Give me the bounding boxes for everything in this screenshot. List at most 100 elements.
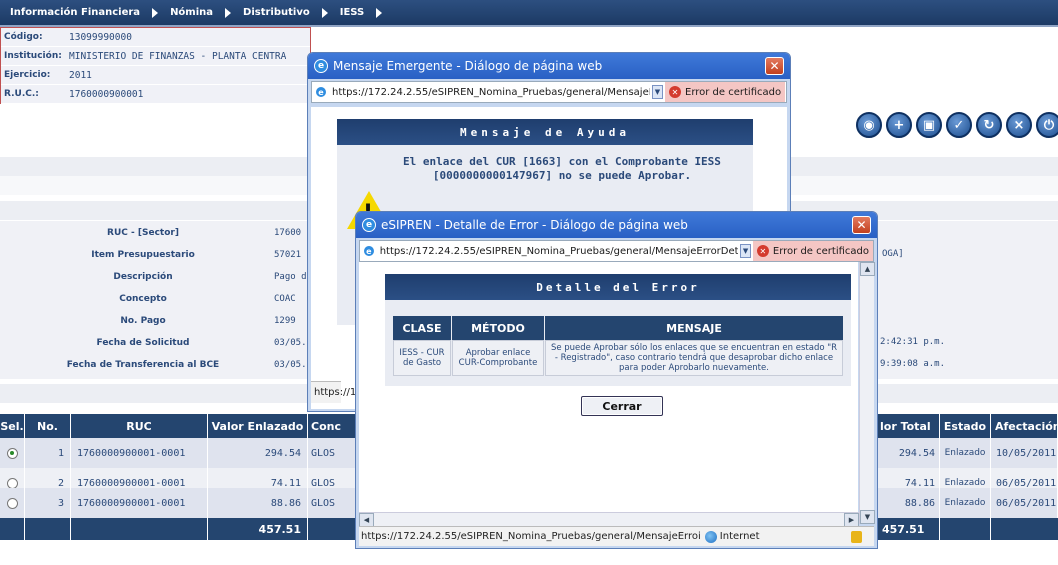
error-detail-dialog: e eSIPREN - Detalle de Error - Diálogo d…: [355, 211, 878, 549]
close-icon[interactable]: ✕: [765, 57, 784, 75]
nav-item-informacion-financiera[interactable]: Información Financiera: [10, 7, 170, 18]
chevron-down-icon[interactable]: ▼: [652, 85, 663, 99]
horizontal-scrollbar[interactable]: ◀ ▶: [359, 512, 859, 527]
top-nav: Información Financiera Nómina Distributi…: [0, 0, 1058, 27]
row-estado: Enlazado: [940, 488, 991, 518]
detail-label: Item Presupuestario: [91, 249, 195, 260]
cell-mensaje: Se puede Aprobar sólo los enlaces que se…: [545, 340, 843, 376]
detail-value: Pago d: [274, 271, 307, 282]
scroll-down-icon[interactable]: ▼: [860, 510, 875, 524]
info-row: Ejercicio: 2011: [1, 66, 310, 85]
help-header: Mensaje de Ayuda: [337, 119, 753, 145]
cell-metodo: Aprobar enlace CUR-Comprobante: [452, 340, 544, 376]
new-icon[interactable]: +: [886, 112, 912, 138]
row-concepto: GLOS: [308, 488, 358, 518]
chevron-down-icon[interactable]: ▼: [740, 244, 751, 258]
info-row: Institución: MINISTERIO DE FINANZAS - PLA…: [1, 47, 310, 66]
lock-icon: [851, 530, 862, 543]
info-row: R.U.C.: 1760000900001: [1, 85, 310, 104]
help-message: El enlace del CUR [1663] con el Comproba…: [403, 155, 721, 182]
nav-arrow-icon: [225, 7, 232, 18]
exit-icon[interactable]: ⏻: [1036, 112, 1058, 138]
cell-clase: IESS - CUR de Gasto: [393, 340, 451, 376]
row-no: 3: [25, 488, 71, 518]
nav-item-iess[interactable]: IESS: [340, 7, 395, 18]
nav-item-nomina[interactable]: Nómina: [170, 7, 243, 18]
status-bar: https://1: [311, 381, 356, 403]
detail-value-right: OGA]: [882, 249, 904, 259]
nav-arrow-icon: [152, 7, 159, 18]
cert-error-icon: ✕: [669, 86, 681, 98]
col-total: lor Total: [878, 414, 940, 438]
detail-value: 03/05.: [274, 359, 307, 370]
info-label: R.U.C.:: [4, 89, 39, 99]
dialog-titlebar[interactable]: e eSIPREN - Detalle de Error - Diálogo d…: [356, 212, 877, 238]
detail-value: 03/05.: [274, 337, 307, 348]
detail-label: RUC - [Sector]: [107, 227, 179, 238]
row-valor: 294.54: [208, 438, 308, 468]
cert-error-badge[interactable]: ✕ Error de certificado: [665, 82, 786, 102]
col-metodo: MÉTODO: [452, 316, 544, 340]
status-bar: https://172.24.2.55/eSIPREN_Nomina_Prueb…: [359, 526, 874, 546]
cert-error-badge[interactable]: ✕ Error de certificado: [752, 241, 873, 261]
row-afectacion: 10/05/2011: [991, 438, 1058, 468]
info-label: Institución:: [4, 51, 62, 61]
close-icon[interactable]: ✕: [852, 216, 871, 234]
detail-label: Concepto: [119, 293, 167, 304]
nav-arrow-icon: [321, 7, 328, 18]
row-radio[interactable]: [6, 477, 18, 489]
detail-label: Fecha de Transferencia al BCE: [66, 359, 220, 370]
vertical-scrollbar[interactable]: ▲ ▼: [859, 262, 875, 524]
col-clase: CLASE: [393, 316, 451, 340]
scroll-left-icon[interactable]: ◀: [359, 513, 374, 527]
detail-value: COAC: [274, 293, 296, 304]
scroll-up-icon[interactable]: ▲: [860, 262, 875, 276]
col-afectacion: Afectación: [991, 414, 1058, 438]
row-total: 88.86: [878, 488, 940, 518]
ie-icon: e: [362, 218, 376, 232]
col-concepto: Conc: [308, 414, 358, 438]
row-concepto: GLOS: [308, 438, 358, 468]
dialog-titlebar[interactable]: e Mensaje Emergente - Diálogo de página …: [308, 53, 790, 79]
action-toolbar: ◉ + ▣ ✓ ↻ × ⏻: [856, 112, 1058, 140]
row-radio[interactable]: [6, 447, 18, 459]
info-row: Código: 13099990000: [1, 28, 310, 47]
page-icon: e: [315, 86, 327, 98]
row-valor: 88.86: [208, 488, 308, 518]
institution-info-box: Código: 13099990000 Institución: MINISTERI…: [0, 27, 311, 104]
nav-label: Distributivo: [243, 7, 310, 18]
detail-value: 57021: [274, 249, 302, 260]
status-url: https://172.24.2.55/eSIPREN_Nomina_Prueb…: [361, 531, 701, 542]
nav-item-distributivo[interactable]: Distributivo: [243, 7, 340, 18]
cert-error-icon: ✕: [756, 245, 769, 257]
address-url: https://172.24.2.55/eSIPREN_Nomina_Prueb…: [332, 86, 650, 98]
address-url: https://172.24.2.55/eSIPREN_Nomina_Prueb…: [379, 245, 739, 257]
col-mensaje: MENSAJE: [545, 316, 843, 340]
view-icon[interactable]: ◉: [856, 112, 882, 138]
info-label: Ejercicio:: [4, 70, 51, 80]
address-bar: e https://172.24.2.55/eSIPREN_Nomina_Pru…: [311, 81, 787, 103]
refresh-icon[interactable]: ↻: [976, 112, 1002, 138]
close-button[interactable]: Cerrar: [581, 396, 663, 416]
col-estado: Estado: [940, 414, 991, 438]
info-label: Código:: [4, 32, 43, 42]
col-ruc: RUC: [71, 414, 208, 438]
save-icon[interactable]: ▣: [916, 112, 942, 138]
footer-valor-total: 457.51: [208, 518, 308, 540]
col-no: No.: [25, 414, 71, 438]
page: Información Financiera Nómina Distributi…: [0, 0, 1058, 565]
dialog-title: Mensaje Emergente - Diálogo de página we…: [333, 59, 603, 73]
info-value: 13099990000: [69, 31, 132, 43]
footer-total: 457.51: [878, 518, 940, 540]
col-valor-enlazado: Valor Enlazado: [208, 414, 308, 438]
detail-value-right: 9:39:08 a.m.: [880, 359, 946, 369]
dialog-body: Detalle del Error CLASE MÉTODO MENSAJE I…: [359, 262, 858, 512]
cert-error-label: Error de certificado: [772, 245, 869, 257]
error-detail-table: CLASE MÉTODO MENSAJE IESS - CUR de Gasto…: [385, 300, 851, 386]
delete-icon[interactable]: ×: [1006, 112, 1032, 138]
approve-icon[interactable]: ✓: [946, 112, 972, 138]
nav-label: Nómina: [170, 7, 214, 18]
row-radio[interactable]: [6, 497, 18, 509]
row-ruc: 1760000900001-0001: [71, 438, 208, 468]
scroll-right-icon[interactable]: ▶: [844, 513, 859, 527]
